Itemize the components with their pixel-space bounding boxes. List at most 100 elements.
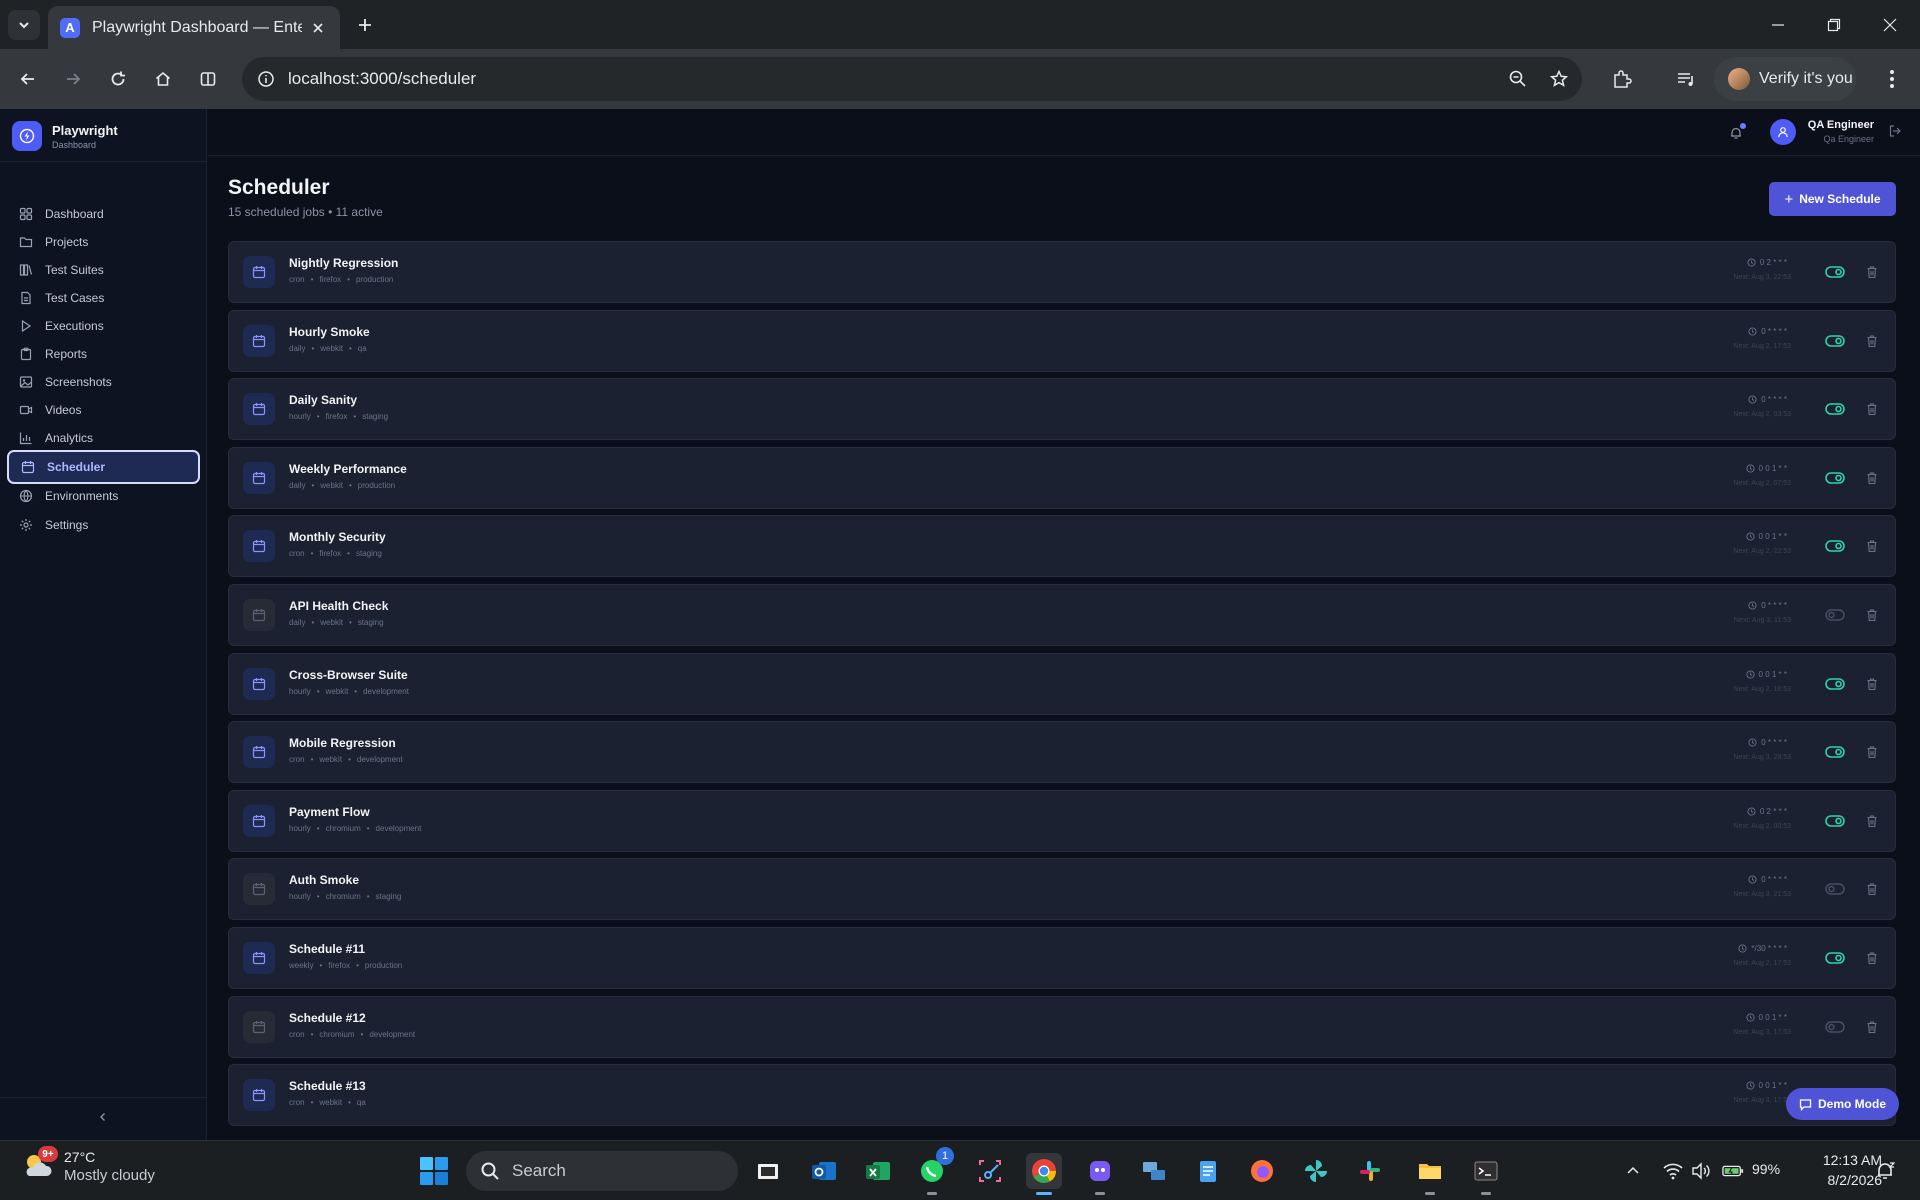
delete-button[interactable] — [1865, 402, 1879, 416]
file-explorer-app[interactable] — [1412, 1153, 1448, 1195]
toggle-on-icon[interactable] — [1825, 950, 1845, 966]
browser-menu-button[interactable] — [1876, 63, 1908, 95]
close-window-button[interactable] — [1862, 0, 1918, 49]
toggle-on-icon[interactable] — [1825, 333, 1845, 349]
taskbar-search[interactable]: Search — [466, 1151, 738, 1191]
notifications-button[interactable] — [1728, 123, 1746, 141]
schedule-row[interactable]: Cross-Browser Suite hourly • webkit • develop… — [228, 653, 1896, 715]
schedule-row[interactable]: Monthly Security cron • firefox • staging 0 0 … — [228, 515, 1896, 577]
calendar-icon — [243, 1079, 275, 1111]
show-hidden-icons-button[interactable] — [1622, 1160, 1644, 1182]
schedule-row[interactable]: Daily Sanity hourly • firefox • staging 0 * * … — [228, 378, 1896, 440]
delete-button[interactable] — [1865, 814, 1879, 828]
wifi-icon[interactable] — [1662, 1160, 1684, 1182]
extensions-icon[interactable] — [1610, 67, 1634, 91]
network-tool-app[interactable] — [1136, 1153, 1172, 1189]
delete-button[interactable] — [1865, 1020, 1879, 1034]
whatsapp-app[interactable]: 1 — [914, 1147, 954, 1195]
copilot-app[interactable] — [1082, 1153, 1118, 1195]
site-info-icon[interactable] — [254, 67, 278, 91]
schedule-row[interactable]: Schedule #13 cron • webkit • qa 0 0 1 * * Next:… — [228, 1064, 1896, 1126]
sidebar-item-label: Scheduler — [47, 460, 106, 474]
delete-button[interactable] — [1865, 608, 1879, 622]
system-clock[interactable]: 12:13 AM 8/2/2026 — [1790, 1152, 1882, 1188]
separator-dot: • — [348, 1098, 351, 1107]
volume-icon[interactable] — [1690, 1160, 1712, 1182]
pinwheel-app[interactable] — [1298, 1153, 1334, 1189]
address-bar[interactable]: localhost:3000/scheduler — [242, 57, 1582, 101]
browser-tab[interactable]: A Playwright Dashboard — Enterprise — [48, 6, 340, 49]
schedule-row[interactable]: Weekly Performance daily • webkit • productio… — [228, 447, 1896, 509]
demo-mode-button[interactable]: Demo Mode — [1786, 1088, 1899, 1120]
bookmark-star-icon[interactable] — [1547, 67, 1571, 91]
notification-center-button[interactable] — [1874, 1160, 1896, 1182]
whatsapp-unread-badge: 1 — [936, 1147, 954, 1165]
schedule-row[interactable]: Schedule #11 weekly • firefox • production */3… — [228, 927, 1896, 989]
schedule-name: Weekly Performance — [289, 462, 407, 476]
home-button[interactable] — [147, 63, 179, 95]
zoom-icon[interactable] — [1506, 67, 1530, 91]
delete-button[interactable] — [1865, 334, 1879, 348]
chrome-app[interactable] — [1026, 1153, 1062, 1195]
toggle-on-icon[interactable] — [1825, 538, 1845, 554]
minimize-button[interactable] — [1750, 0, 1806, 49]
outlook-app[interactable] — [806, 1153, 842, 1189]
delete-button[interactable] — [1865, 677, 1879, 691]
toggle-on-icon[interactable] — [1825, 401, 1845, 417]
delete-button[interactable] — [1865, 745, 1879, 759]
delete-button[interactable] — [1865, 882, 1879, 896]
toggle-on-icon[interactable] — [1825, 264, 1845, 280]
delete-button[interactable] — [1865, 539, 1879, 553]
media-controls-icon[interactable] — [1674, 67, 1698, 91]
profile-verify-button[interactable]: Verify it's you — [1714, 57, 1856, 101]
schedule-row[interactable]: Auth Smoke hourly • chromium • staging 0 * * *… — [228, 858, 1896, 920]
firefox-app[interactable] — [1244, 1153, 1280, 1189]
schedule-row[interactable]: Mobile Regression cron • webkit • development… — [228, 721, 1896, 783]
slack-app[interactable] — [1352, 1153, 1388, 1189]
toggle-off-icon[interactable] — [1825, 881, 1845, 897]
schedule-row[interactable]: Nightly Regression cron • firefox • productio… — [228, 241, 1896, 303]
weather-widget[interactable]: 9+ 27°C Mostly cloudy — [20, 1146, 155, 1184]
tab-close-button[interactable] — [308, 18, 328, 38]
excel-app[interactable] — [860, 1153, 896, 1189]
schedule-row[interactable]: Schedule #12 cron • chromium • development 0 0… — [228, 996, 1896, 1058]
toggle-off-icon[interactable] — [1825, 1019, 1845, 1035]
sidebar-item-settings[interactable]: Settings — [7, 508, 200, 542]
toggle-on-icon[interactable] — [1825, 744, 1845, 760]
notepad-app[interactable] — [1190, 1153, 1226, 1189]
battery-charging-icon[interactable] — [1722, 1160, 1744, 1182]
logout-button[interactable] — [1888, 124, 1904, 140]
back-button[interactable] — [12, 63, 44, 95]
schedule-row[interactable]: API Health Check daily • webkit • staging 0 * … — [228, 584, 1896, 646]
tab-search-button[interactable] — [8, 10, 40, 40]
collapse-sidebar-button[interactable] — [95, 1109, 111, 1125]
new-schedule-button[interactable]: + New Schedule — [1769, 182, 1896, 216]
restore-button[interactable] — [1806, 0, 1862, 49]
schedule-cron: 0 2 * * * — [1747, 807, 1787, 816]
task-view-button[interactable] — [750, 1153, 786, 1189]
terminal-app[interactable] — [1468, 1153, 1504, 1195]
toggle-on-icon[interactable] — [1825, 676, 1845, 692]
delete-button[interactable] — [1865, 265, 1879, 279]
brand[interactable]: Playwright Dashboard — [12, 121, 118, 151]
snipping-tool-app[interactable] — [972, 1153, 1008, 1189]
new-tab-button[interactable] — [352, 12, 378, 38]
schedule-row[interactable]: Payment Flow hourly • chromium • development 0… — [228, 790, 1896, 852]
forward-button[interactable] — [57, 63, 89, 95]
image-icon — [19, 375, 33, 389]
split-view-button[interactable] — [192, 63, 224, 95]
toggle-off-icon[interactable] — [1825, 607, 1845, 623]
toggle-on-icon[interactable] — [1825, 813, 1845, 829]
delete-button[interactable] — [1865, 471, 1879, 485]
schedule-row[interactable]: Hourly Smoke daily • webkit • qa 0 * * * * Next… — [228, 310, 1896, 372]
user-avatar[interactable] — [1770, 119, 1796, 145]
toggle-on-icon[interactable] — [1825, 470, 1845, 486]
reload-button[interactable] — [102, 63, 134, 95]
start-button[interactable] — [418, 1155, 450, 1187]
schedule-browser: webkit — [320, 618, 343, 627]
reload-icon — [111, 71, 125, 86]
user-role: Qa Engineer — [1823, 134, 1874, 144]
delete-button[interactable] — [1865, 951, 1879, 965]
calendar-icon — [243, 942, 275, 974]
url-text[interactable]: localhost:3000/scheduler — [288, 69, 476, 89]
